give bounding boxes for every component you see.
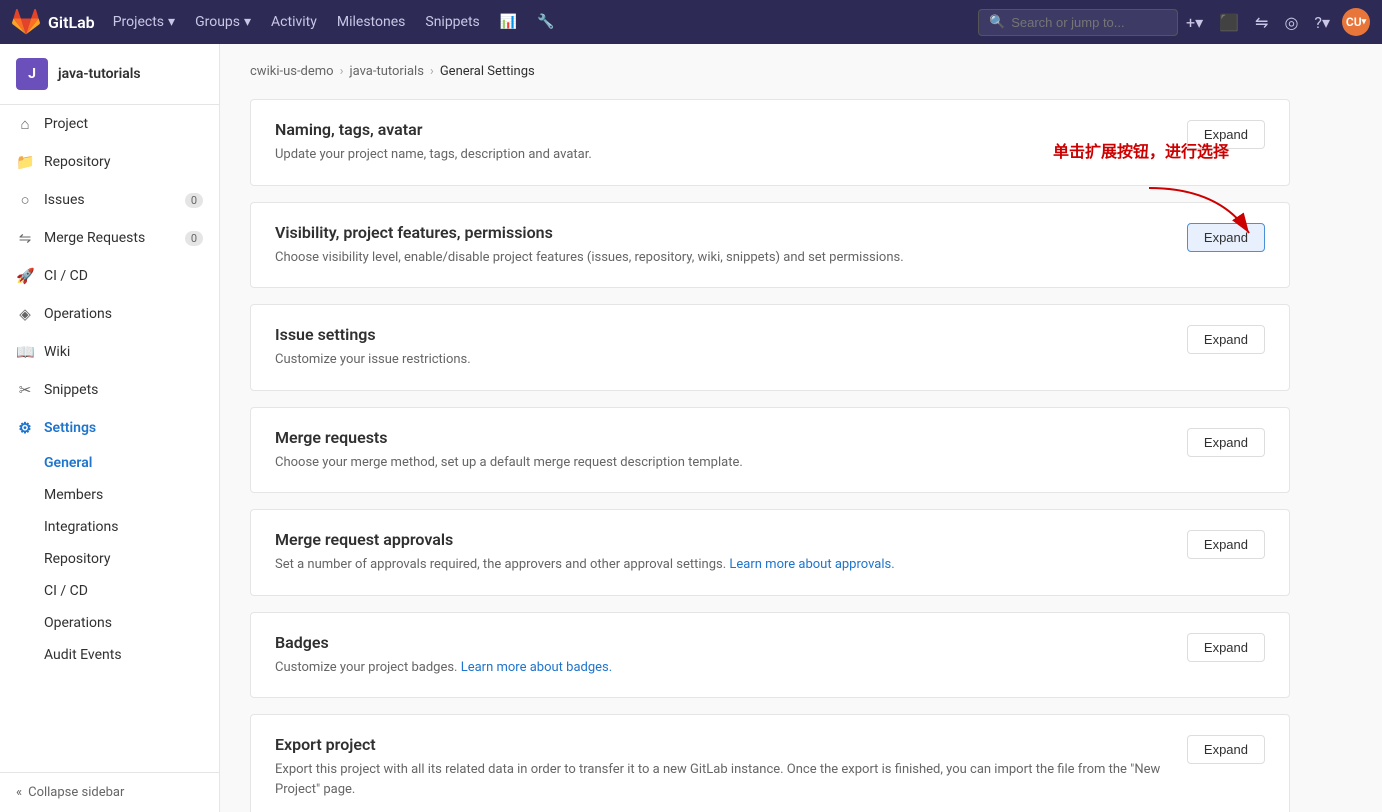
sidebar-sub-general[interactable]: General [0,447,219,479]
chevron-down-icon: ▾ [1322,13,1330,32]
merge-approvals-section: Merge request approvals Set a number of … [250,509,1290,596]
sidebar-item-issues[interactable]: ○ Issues 0 [0,181,219,219]
issue-settings-desc: Customize your issue restrictions. [275,350,471,370]
rocket-icon: 🚀 [16,267,34,285]
collapse-icon: « [16,785,22,800]
sidebar-sub-audit-events[interactable]: Audit Events [0,639,219,671]
merge-requests-expand-button[interactable]: Expand [1187,428,1265,457]
search-input[interactable] [1011,15,1151,30]
snippets-link[interactable]: Snippets [415,0,489,44]
dock-icon[interactable]: ⬛ [1211,0,1247,44]
breadcrumb-sep-1: › [340,64,344,79]
visibility-expand-button[interactable]: Expand [1187,223,1265,252]
naming-title: Naming, tags, avatar [275,120,592,139]
search-box[interactable]: 🔍 [978,9,1178,36]
collapse-sidebar-button[interactable]: « Collapse sidebar [0,772,219,812]
breadcrumb-current: General Settings [440,64,535,79]
merge-requests-title: Merge requests [275,428,743,447]
visibility-title: Visibility, project features, permission… [275,223,904,242]
sidebar-item-ci-cd[interactable]: 🚀 CI / CD [0,257,219,295]
home-icon: ⌂ [16,115,34,133]
breadcrumb-sep-2: › [430,64,434,79]
sidebar-item-repository[interactable]: 📁 Repository [0,143,219,181]
sidebar-item-operations[interactable]: ◈ Operations [0,295,219,333]
brand-name: GitLab [48,13,95,32]
folder-icon: 📁 [16,153,34,171]
sidebar-sub-ci-cd[interactable]: CI / CD [0,575,219,607]
issue-settings-title: Issue settings [275,325,471,344]
top-navigation: GitLab Projects ▾ Groups ▾ Activity Mile… [0,0,1382,44]
main-content: cwiki-us-demo › java-tutorials › General… [220,44,1382,812]
naming-desc: Update your project name, tags, descript… [275,145,592,165]
wiki-icon: 📖 [16,343,34,361]
search-icon: 🔍 [989,15,1005,30]
issue-settings-expand-button[interactable]: Expand [1187,325,1265,354]
merge-request-icon[interactable]: ⇋ [1247,0,1276,44]
sidebar-item-snippets[interactable]: ✂ Snippets [0,371,219,409]
chevron-down-icon: ▾ [1195,13,1203,32]
issues-icon[interactable]: ◎ [1276,0,1306,44]
issue-settings-section: Issue settings Customize your issue rest… [250,304,1290,391]
sidebar-item-settings[interactable]: ⚙ Settings [0,409,219,447]
sidebar-item-wiki[interactable]: 📖 Wiki [0,333,219,371]
merge-approvals-desc: Set a number of approvals required, the … [275,555,895,575]
gitlab-logo[interactable]: GitLab [12,8,95,36]
projects-menu[interactable]: Projects ▾ [103,0,185,44]
wrench-icon[interactable]: 🔧 [527,0,564,44]
chevron-down-icon: ▾ [244,14,251,30]
merge-badge: 0 [185,231,203,246]
sidebar-sub-members[interactable]: Members [0,479,219,511]
breadcrumb-org[interactable]: cwiki-us-demo [250,64,334,79]
badges-desc: Customize your project badges. Learn mor… [275,658,612,678]
badges-expand-button[interactable]: Expand [1187,633,1265,662]
export-project-section: Export project Export this project with … [250,714,1290,812]
user-avatar[interactable]: CU ▾ [1342,8,1370,36]
merge-approvals-title: Merge request approvals [275,530,895,549]
settings-icon: ⚙ [16,419,34,437]
chevron-down-icon: ▾ [1362,17,1367,27]
activity-link[interactable]: Activity [261,0,327,44]
badges-learn-more-link[interactable]: Learn more about badges. [461,660,612,675]
plus-button[interactable]: +▾ [1178,0,1211,44]
operations-icon: ◈ [16,305,34,323]
project-avatar: J [16,58,48,90]
approvals-learn-more-link[interactable]: Learn more about approvals. [729,557,894,572]
sidebar-sub-repository[interactable]: Repository [0,543,219,575]
merge-requests-desc: Choose your merge method, set up a defau… [275,453,743,473]
merge-icon: ⇋ [16,229,34,247]
chart-icon[interactable]: 📊 [490,0,527,44]
badges-title: Badges [275,633,612,652]
breadcrumb-project[interactable]: java-tutorials [350,64,424,79]
badges-section: Badges Customize your project badges. Le… [250,612,1290,699]
sidebar: J java-tutorials ⌂ Project 📁 Repository … [0,44,220,812]
sidebar-sub-integrations[interactable]: Integrations [0,511,219,543]
sidebar-sub-operations[interactable]: Operations [0,607,219,639]
project-name: java-tutorials [58,66,141,82]
groups-menu[interactable]: Groups ▾ [185,0,261,44]
sidebar-navigation: ⌂ Project 📁 Repository ○ Issues 0 ⇋ Merg… [0,105,219,772]
issues-badge: 0 [185,193,203,208]
export-project-title: Export project [275,735,1167,754]
snippets-icon: ✂ [16,381,34,399]
merge-approvals-expand-button[interactable]: Expand [1187,530,1265,559]
milestones-link[interactable]: Milestones [327,0,416,44]
breadcrumb: cwiki-us-demo › java-tutorials › General… [250,64,1290,79]
issues-icon: ○ [16,191,34,209]
merge-requests-section: Merge requests Choose your merge method,… [250,407,1290,494]
visibility-desc: Choose visibility level, enable/disable … [275,248,904,268]
sidebar-item-merge-requests[interactable]: ⇋ Merge Requests 0 [0,219,219,257]
help-menu[interactable]: ?▾ [1306,0,1338,44]
project-header[interactable]: J java-tutorials [0,44,219,105]
sidebar-item-project[interactable]: ⌂ Project [0,105,219,143]
naming-section: Naming, tags, avatar Update your project… [250,99,1290,186]
naming-expand-button[interactable]: Expand [1187,120,1265,149]
export-project-expand-button[interactable]: Expand [1187,735,1265,764]
visibility-section: 单击扩展按钮，进行选择 Visibility, project features… [250,202,1290,289]
chevron-down-icon: ▾ [168,14,175,30]
export-project-desc: Export this project with all its related… [275,760,1167,799]
